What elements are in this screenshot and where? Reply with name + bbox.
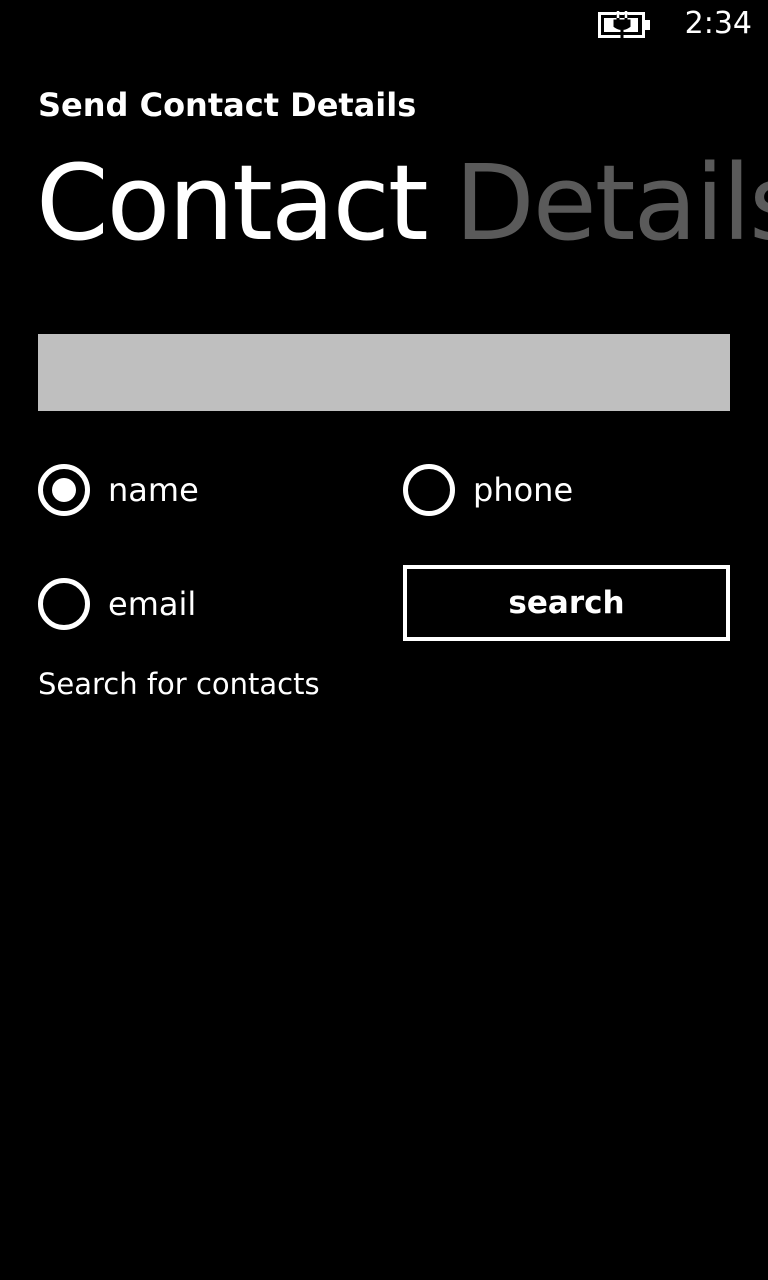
radio-phone-label: phone	[473, 471, 574, 509]
pivot-tab-details[interactable]: Details	[455, 138, 768, 268]
radio-dot-icon	[52, 478, 76, 502]
pivot-tab-contact[interactable]: Contact	[36, 138, 429, 268]
radio-phone[interactable]: phone	[403, 463, 573, 517]
radio-name-label: name	[108, 471, 199, 509]
search-button[interactable]: search	[403, 565, 730, 641]
pivot-headers: Contact Details	[36, 138, 768, 268]
search-input[interactable]	[38, 334, 730, 411]
radio-email[interactable]: email	[38, 577, 196, 631]
radio-name[interactable]: name	[38, 463, 199, 517]
status-message: Search for contacts	[38, 667, 320, 701]
radio-unchecked-icon	[38, 578, 90, 630]
battery-charging-icon	[598, 10, 652, 40]
contact-details-screen: 2:34 Send Contact Details Contact Details…	[0, 0, 768, 1280]
status-bar: 2:34	[0, 0, 768, 50]
clock: 2:34	[684, 6, 752, 41]
radio-checked-icon	[38, 464, 90, 516]
radio-unchecked-icon	[403, 464, 455, 516]
app-title: Send Contact Details	[38, 86, 417, 124]
radio-email-label: email	[108, 585, 197, 623]
